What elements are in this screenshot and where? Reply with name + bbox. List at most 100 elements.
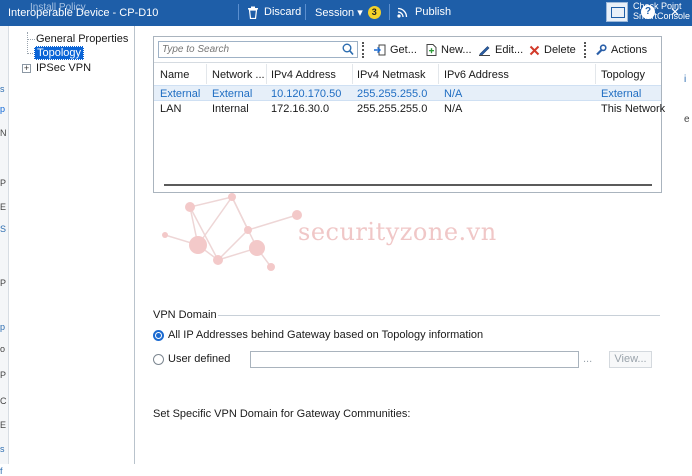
- strip-glyph: P: [0, 370, 7, 380]
- strip-glyph: f: [0, 466, 3, 476]
- cell-ipv4-netmask: 255.255.255.0: [357, 103, 428, 115]
- publish-signal-icon: [397, 7, 408, 18]
- grid-toolbar: Get... New... Edit... Delete: [154, 37, 661, 63]
- cell-network-type: External: [212, 88, 253, 100]
- session-changes-badge: 3: [367, 5, 381, 19]
- watermark-text: securityzone.vn: [298, 218, 497, 246]
- session-label: Session ▾: [315, 6, 363, 19]
- get-button[interactable]: Get...: [373, 42, 417, 58]
- cell-name: External: [160, 88, 201, 100]
- window-title: Interoperable Device - CP-D10: [8, 7, 159, 19]
- toolbar-separator: [238, 4, 239, 20]
- close-icon[interactable]: ✕: [668, 5, 682, 19]
- wrench-icon: [596, 44, 607, 56]
- discard-button[interactable]: Discard: [247, 3, 301, 21]
- get-label: Get...: [390, 44, 417, 56]
- toolbar-grip: [362, 42, 364, 58]
- column-header-name[interactable]: Name: [160, 69, 204, 81]
- strip-glyph: p: [0, 322, 6, 332]
- strip-glyph: N: [0, 128, 7, 138]
- search-icon[interactable]: [342, 43, 354, 56]
- cell-topology: This Network: [601, 103, 666, 115]
- radio-user-defined[interactable]: [153, 354, 164, 365]
- strip-glyph: p: [0, 104, 6, 114]
- strip-glyph: P: [0, 178, 7, 188]
- cell-network-type: Internal: [212, 103, 249, 115]
- user-defined-domain-field[interactable]: [250, 351, 579, 368]
- column-header-network[interactable]: Network ...: [212, 69, 264, 81]
- import-icon: [374, 44, 386, 56]
- tree-item-ipsec-vpn[interactable]: IPSec VPN: [36, 62, 91, 74]
- cell-ipv4-address: 172.16.30.0: [271, 103, 330, 115]
- strip-glyph: s: [0, 444, 5, 454]
- right-edge-strip: i e: [662, 26, 692, 464]
- table-row[interactable]: External External 10.120.170.50 255.255.…: [154, 85, 661, 101]
- strip-glyph: o: [0, 344, 6, 354]
- column-divider[interactable]: [438, 64, 439, 84]
- strip-glyph: S: [0, 224, 7, 234]
- column-divider[interactable]: [352, 64, 353, 84]
- radio-all-ip-addresses[interactable]: [153, 330, 164, 341]
- delete-x-icon: [529, 45, 540, 55]
- radio-user-defined-label[interactable]: User defined: [168, 353, 230, 365]
- publish-label: Publish: [415, 6, 452, 18]
- column-divider[interactable]: [595, 64, 596, 84]
- column-divider[interactable]: [206, 64, 207, 84]
- publish-button[interactable]: Publish: [396, 3, 451, 21]
- column-header-ipv4-netmask[interactable]: IPv4 Netmask: [357, 69, 437, 81]
- actions-label: Actions: [611, 44, 648, 56]
- expand-toggle-icon[interactable]: +: [22, 64, 31, 73]
- help-icon[interactable]: ?: [641, 5, 655, 19]
- strip-glyph: s: [0, 84, 5, 94]
- tree-item-general-properties[interactable]: General Properties: [36, 33, 128, 45]
- cell-ipv6-address: N/A: [444, 103, 463, 115]
- toolbar-separator: [305, 4, 306, 20]
- edit-pencil-icon: [479, 46, 490, 56]
- strip-glyph: E: [0, 202, 7, 212]
- new-document-icon: [426, 44, 437, 56]
- tree-item-topology[interactable]: Topology: [34, 46, 85, 60]
- vpn-domain-heading: VPN Domain: [153, 309, 217, 321]
- title-bar: Install Policy Interoperable Device - CP…: [0, 0, 692, 26]
- view-button[interactable]: View...: [609, 351, 652, 368]
- search-box[interactable]: [158, 41, 358, 58]
- table-row[interactable]: LAN Internal 172.16.30.0 255.255.255.0 N…: [154, 101, 665, 117]
- interfaces-grid: Get... New... Edit... Delete: [153, 36, 665, 193]
- column-header-ipv6-address[interactable]: IPv6 Address: [444, 69, 594, 81]
- edit-button[interactable]: Edit...: [478, 42, 523, 58]
- toolbar-grip: [584, 42, 586, 58]
- new-label: New...: [441, 44, 472, 56]
- section-divider: [218, 315, 660, 316]
- cell-ipv4-address: 10.120.170.50: [271, 88, 342, 100]
- new-button[interactable]: New...: [426, 42, 472, 58]
- radio-all-ip-addresses-label[interactable]: All IP Addresses behind Gateway based on…: [168, 329, 483, 341]
- cell-name: LAN: [160, 103, 182, 115]
- communities-label: Set Specific VPN Domain for Gateway Comm…: [153, 408, 411, 420]
- strip-glyph: i: [684, 74, 687, 85]
- tree-connector: [27, 39, 35, 40]
- strip-glyph: E: [0, 420, 7, 430]
- toolbar-separator: [389, 4, 390, 20]
- trash-icon: [248, 6, 258, 19]
- column-divider[interactable]: [266, 64, 267, 84]
- properties-tree: General Properties Topology + IPSec VPN: [9, 26, 135, 464]
- browse-button[interactable]: ...: [583, 353, 592, 365]
- column-header-topology[interactable]: Topology: [601, 69, 659, 81]
- strip-glyph: P: [0, 278, 7, 288]
- discard-label: Discard: [264, 6, 302, 18]
- delete-button[interactable]: Delete: [529, 42, 576, 58]
- table-header: Name Network ... IPv4 Address IPv4 Netma…: [154, 64, 661, 84]
- cell-topology: External: [601, 88, 642, 100]
- watermark: securityzone.vn: [160, 190, 540, 280]
- network-graph-watermark-icon: [162, 193, 302, 271]
- search-input[interactable]: [162, 43, 337, 56]
- session-menu-button[interactable]: Session ▾ 3: [315, 3, 381, 21]
- edit-label: Edit...: [495, 44, 524, 56]
- checkpoint-logo-icon: [606, 2, 628, 22]
- delete-label: Delete: [544, 44, 576, 56]
- horizontal-scrollbar[interactable]: [164, 184, 652, 186]
- column-header-ipv4-address[interactable]: IPv4 Address: [271, 69, 351, 81]
- actions-menu-button[interactable]: Actions: [595, 42, 647, 58]
- tree-connector: [27, 32, 28, 52]
- strip-glyph: C: [0, 396, 7, 406]
